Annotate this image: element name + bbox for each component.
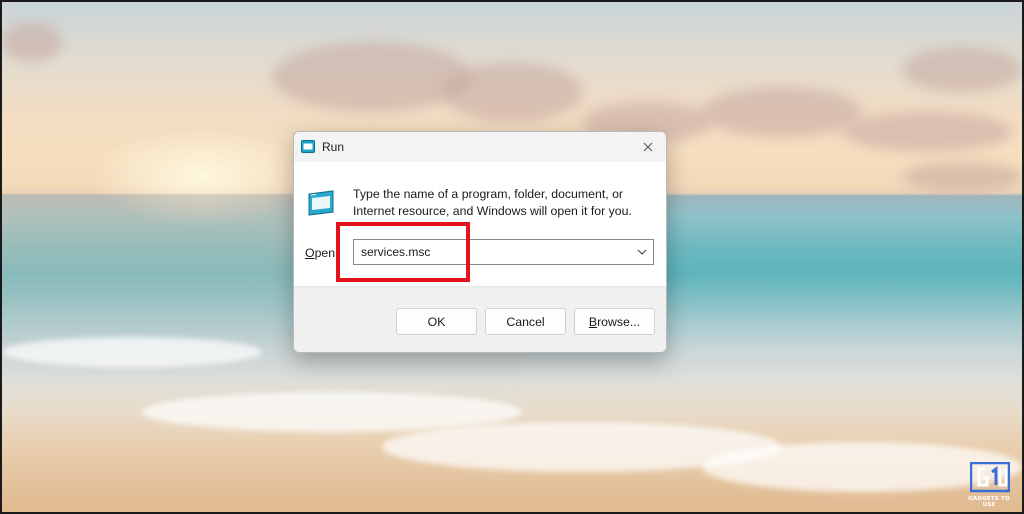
dialog-description: Type the name of a program, folder, docu…	[353, 187, 632, 218]
highlight-box	[336, 222, 470, 282]
run-icon	[301, 140, 315, 153]
browse-button[interactable]: Browse...	[574, 308, 655, 335]
open-label: Open:	[305, 246, 339, 260]
chevron-down-icon[interactable]	[637, 248, 647, 256]
dialog-title: Run	[322, 140, 345, 154]
watermark-text: GADGETS TO USE	[968, 496, 1010, 508]
gadgets-to-use-watermark: GADGETS TO USE	[962, 462, 1016, 508]
close-icon	[643, 142, 653, 152]
gadgets-to-use-logo	[970, 462, 1010, 493]
cancel-button[interactable]: Cancel	[485, 308, 566, 335]
ok-button[interactable]: OK	[396, 308, 477, 335]
open-label-rest: pen:	[314, 246, 339, 260]
title-bar[interactable]: Run	[294, 132, 666, 162]
close-button[interactable]	[630, 132, 666, 162]
run-program-icon	[308, 190, 334, 216]
dialog-footer: OK Cancel Browse...	[294, 286, 666, 352]
browse-label-rest: rowse...	[597, 314, 641, 329]
